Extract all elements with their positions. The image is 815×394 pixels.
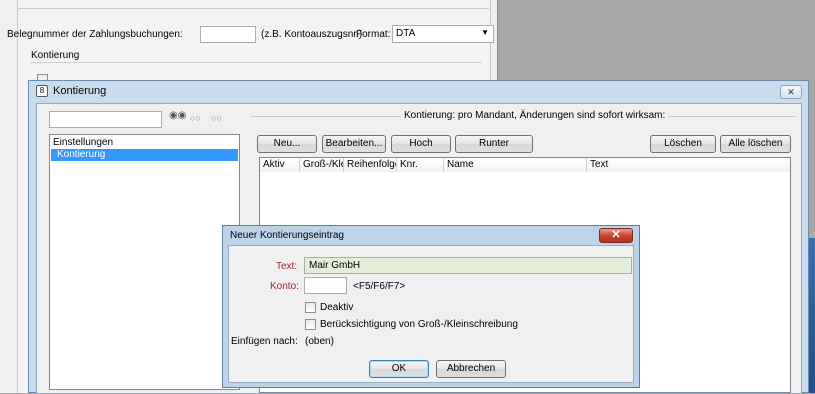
einfuegen-label: Einfügen nach: <box>231 336 298 347</box>
search-input[interactable] <box>49 111 162 128</box>
tree-item-kontierung-label: Kontierung <box>57 149 106 160</box>
hoch-button[interactable]: Hoch <box>391 135 451 153</box>
column-header-knr[interactable]: Knr. <box>397 158 444 172</box>
belegnummer-label: Belegnummer der Zahlungsbuchungen: <box>7 29 183 40</box>
format-select[interactable]: DTA ▼ <box>392 25 494 43</box>
neuer-eintrag-title: Neuer Kontierungseintrag <box>230 230 344 241</box>
close-icon: ✕ <box>787 87 795 97</box>
gross-klein-label: Berücksichtigung von Groß-/Kleinschreibu… <box>320 319 518 330</box>
einfuegen-value: (oben) <box>305 336 334 347</box>
bearbeiten-button[interactable]: Bearbeiten... <box>322 135 386 153</box>
column-header-reihenfolge[interactable]: Reihenfolge <box>344 158 397 172</box>
hoch-button-label: Hoch <box>409 138 433 149</box>
column-header-text[interactable]: Text <box>587 158 790 172</box>
alle-loeschen-button-label: Alle löschen <box>728 138 783 149</box>
ok-button-label: OK <box>391 363 407 374</box>
section-divider <box>30 62 482 63</box>
app-icon: 8 <box>36 85 48 97</box>
kontierung-section-label: Kontierung <box>31 50 80 61</box>
settings-tree: Einstellungen Kontierung <box>49 134 240 390</box>
close-icon: ✕ <box>611 229 621 241</box>
loeschen-button[interactable]: Löschen <box>650 135 716 153</box>
runter-button-label: Runter <box>478 138 509 149</box>
close-button[interactable]: ✕ <box>599 228 633 243</box>
text-input-value: Mair GmbH <box>309 260 361 271</box>
neuer-eintrag-dialog: Neuer Kontierungseintrag ✕ Text: Mair Gm… <box>222 225 640 388</box>
deaktiv-label: Deaktiv <box>320 302 354 313</box>
tree-item-kontierung-selected[interactable]: Kontierung <box>51 149 238 161</box>
format-label: Format: <box>356 29 391 40</box>
text-label: Text: <box>276 261 298 272</box>
column-header-name[interactable]: Name <box>444 158 587 172</box>
kontierung-titlebar: 8 Kontierung ✕ <box>29 81 808 103</box>
find-previous-icon[interactable]: ○○ <box>211 113 222 123</box>
background-panel-top <box>17 0 489 9</box>
belegnummer-hint: (z.B. Kontoauszugsnr.) <box>261 29 363 40</box>
kontierung-title: Kontierung <box>53 85 107 97</box>
ok-button[interactable]: OK <box>369 360 429 378</box>
gross-klein-checkbox[interactable] <box>305 319 316 330</box>
belegnummer-input[interactable] <box>200 26 256 43</box>
abbrechen-button[interactable]: Abbrechen <box>436 360 506 378</box>
konto-input[interactable] <box>304 277 347 294</box>
column-header-gross-klein[interactable]: Groß-/Kle <box>300 158 344 172</box>
binoculars-icon[interactable]: ◉◉ <box>169 110 186 121</box>
close-button[interactable]: ✕ <box>780 85 802 99</box>
bearbeiten-button-label: Bearbeiten... <box>325 138 383 149</box>
neu-button[interactable]: Neu... <box>257 135 317 153</box>
abbrechen-button-label: Abbrechen <box>446 363 496 374</box>
deaktiv-checkbox[interactable] <box>305 302 316 313</box>
neu-button-label: Neu... <box>273 138 301 149</box>
loeschen-button-label: Löschen <box>664 138 702 149</box>
konto-label: Konto: <box>270 281 299 292</box>
chevron-down-icon: ▼ <box>481 28 489 37</box>
group-line-left <box>251 116 401 117</box>
column-header-aktiv[interactable]: Aktiv <box>260 158 300 172</box>
find-next-icon[interactable]: ○○ <box>190 113 201 123</box>
text-input[interactable]: Mair GmbH <box>304 257 632 274</box>
runter-button[interactable]: Runter <box>455 135 533 153</box>
format-select-value: DTA <box>396 28 416 39</box>
tree-item-einstellungen[interactable]: Einstellungen <box>53 137 113 148</box>
group-line-right <box>668 116 796 117</box>
alle-loeschen-button[interactable]: Alle löschen <box>720 135 791 153</box>
konto-hint: <F5/F6/F7> <box>353 281 406 292</box>
group-label: Kontierung: pro Mandant, Änderungen sind… <box>404 110 666 121</box>
neuer-eintrag-body: Text: Mair GmbH Konto: <F5/F6/F7> Deakti… <box>228 245 634 383</box>
